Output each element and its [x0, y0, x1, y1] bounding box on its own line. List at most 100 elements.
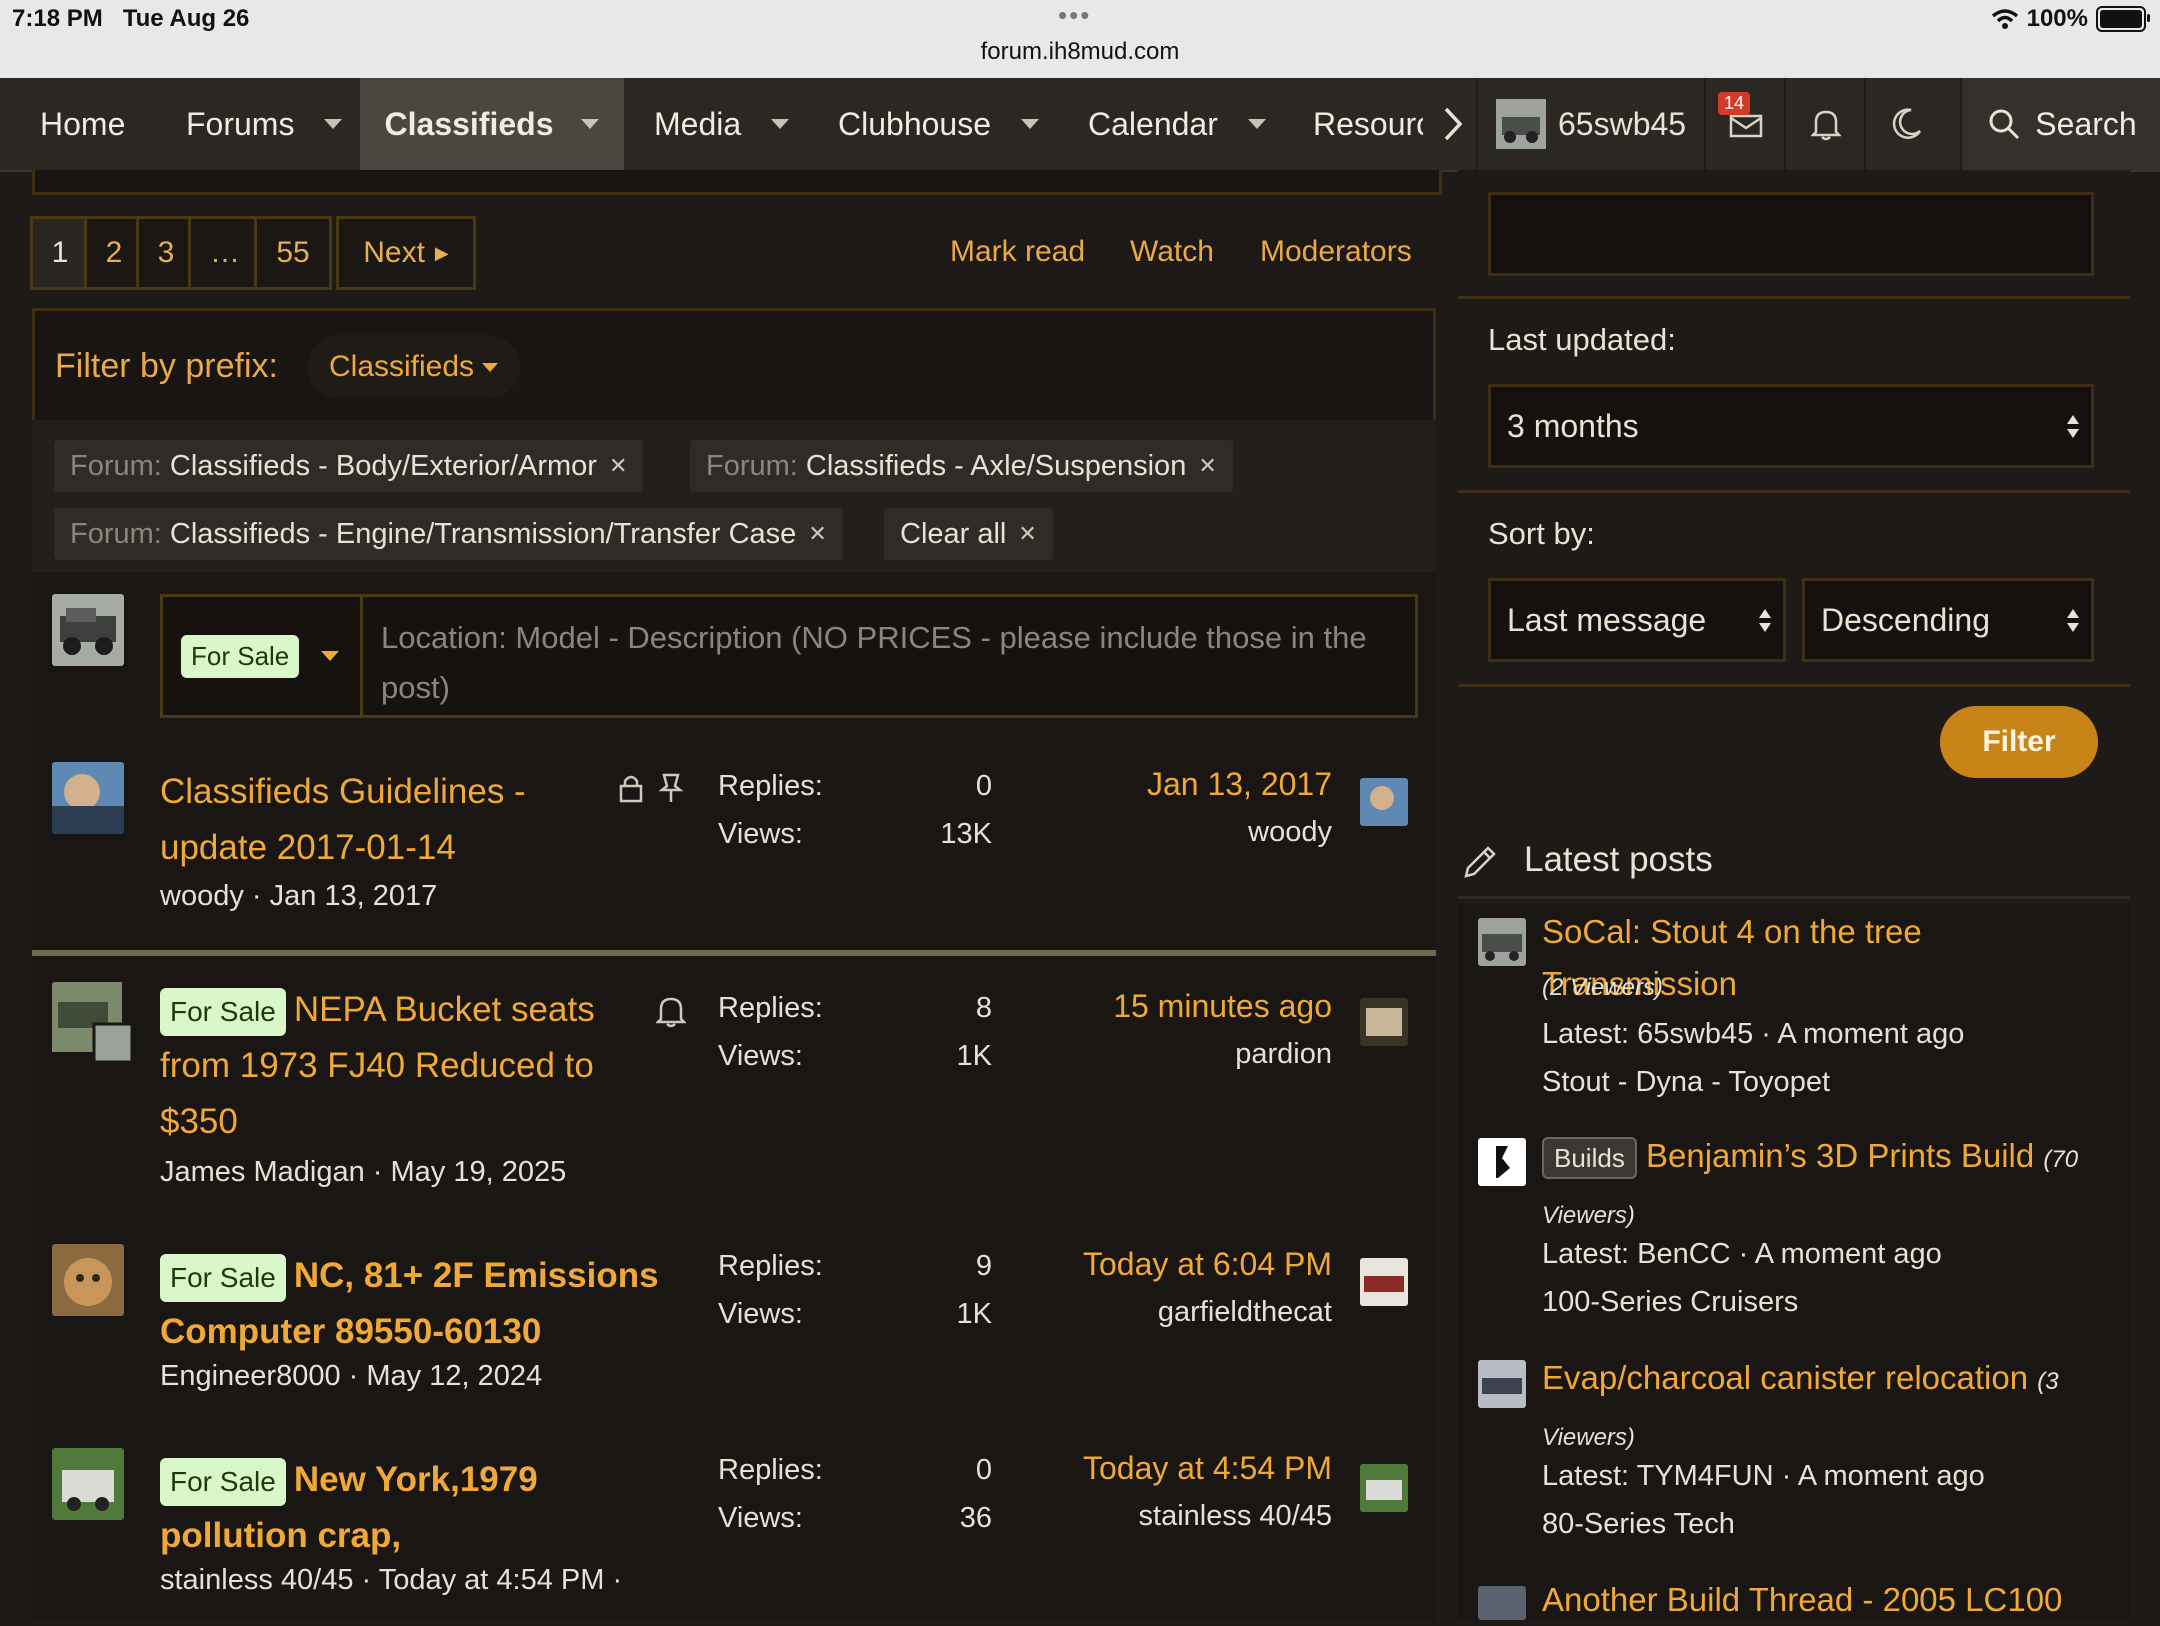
nav-media[interactable]: Media	[654, 78, 790, 170]
nav-scroll-right-icon[interactable]	[1428, 78, 1478, 170]
pin-icon	[658, 773, 684, 802]
new-thread-row: For Sale Location: Model - Description (…	[32, 572, 1436, 743]
latest-posts-heading: Latest posts	[1524, 840, 1713, 879]
close-icon[interactable]: ✕	[1198, 453, 1216, 479]
views-count: 13K	[940, 818, 992, 850]
wifi-icon	[1991, 9, 2018, 29]
mark-read-button[interactable]: Mark read	[934, 218, 1102, 286]
latest-post-meta[interactable]: Latest: 65swb45 · A moment ago	[1542, 1010, 1964, 1058]
last-post-time[interactable]: Today at 6:04 PM	[1032, 1246, 1332, 1283]
last-poster[interactable]: garfieldthecat	[1032, 1296, 1332, 1329]
thread-prefix-select[interactable]: For Sale	[163, 597, 363, 715]
status-right: 100%	[1991, 5, 2150, 33]
nav-classifieds[interactable]: Classifieds	[360, 78, 624, 170]
clear-all-filters-button[interactable]: Clear all ✕	[884, 508, 1053, 560]
starter-filter-input[interactable]	[1488, 192, 2094, 276]
latest-post-forum[interactable]: 80-Series Tech	[1542, 1500, 1735, 1548]
theme-toggle-button[interactable]	[1864, 78, 1946, 170]
nav-calendar[interactable]: Calendar	[1088, 78, 1266, 170]
caret-down-icon	[482, 362, 499, 372]
for-sale-tag: For Sale	[160, 988, 286, 1036]
avatar	[1360, 778, 1408, 826]
thread-title[interactable]: For Sale New York,1979 pollution crap,	[160, 1452, 660, 1564]
last-poster[interactable]: pardion	[1032, 1038, 1332, 1071]
close-icon[interactable]: ✕	[1018, 521, 1036, 547]
nav-forums[interactable]: Forums	[186, 78, 343, 170]
latest-posts-list: SoCal: Stout 4 on the tree Transmission …	[1458, 904, 2130, 1620]
filter-button[interactable]: Filter	[1940, 706, 2098, 778]
thread-title[interactable]: For Sale NEPA Bucket seats from 1973 FJ40…	[160, 982, 630, 1150]
for-sale-tag: For Sale	[160, 1254, 286, 1302]
latest-post-meta[interactable]: Latest: TYM4FUN · A moment ago	[1542, 1452, 1985, 1500]
chevron-down-icon[interactable]	[324, 119, 343, 129]
for-sale-tag: For Sale	[160, 1458, 286, 1506]
chevron-down-icon[interactable]	[581, 119, 600, 129]
filter-sidebar: Last updated: 3 months Sort by: Last mes…	[1458, 170, 2130, 798]
url-bar[interactable]: forum.ih8mud.com	[0, 38, 2160, 66]
page-55[interactable]: 55	[254, 216, 332, 290]
bell-icon[interactable]	[656, 994, 686, 1028]
last-post-time[interactable]: Jan 13, 2017	[1032, 766, 1332, 803]
filter-chip-body-exterior[interactable]: Forum: Classifieds - Body/Exterior/Armor…	[54, 440, 644, 492]
views-label: Views:	[718, 1502, 803, 1534]
nav-home[interactable]: Home	[40, 78, 125, 170]
search-label[interactable]: Search	[2035, 106, 2136, 143]
page-ellipsis[interactable]: …	[188, 216, 262, 290]
moderators-button[interactable]: Moderators	[1244, 218, 1428, 286]
last-poster[interactable]: woody	[1032, 816, 1332, 849]
divider	[1458, 490, 2130, 493]
account-menu[interactable]: 65swb45	[1476, 78, 1704, 170]
avatar	[52, 594, 124, 666]
thread-row[interactable]: Classifieds Guidelines - update 2017-01-…	[32, 740, 1436, 956]
nav-clubhouse[interactable]: Clubhouse	[838, 78, 1039, 170]
thread-row[interactable]: For Sale New York,1979 pollution crap, st…	[32, 1424, 1436, 1620]
nav-resources[interactable]: Resourc	[1313, 78, 1423, 170]
next-page-button[interactable]: Next ▶	[336, 216, 476, 290]
page-2[interactable]: 2	[84, 216, 144, 290]
new-thread-title-input[interactable]: Location: Model - Description (NO PRICES…	[381, 613, 1381, 713]
chevron-down-icon[interactable]	[771, 119, 790, 129]
latest-post-title[interactable]: Builds Benjamin’s 3D Prints Build (70 Vi…	[1542, 1130, 2122, 1242]
close-icon[interactable]: ✕	[808, 521, 826, 547]
more-dots-icon[interactable]: •••	[1058, 0, 1091, 31]
active-filters: Forum: Classifieds - Body/Exterior/Armor…	[32, 420, 1436, 572]
close-icon[interactable]: ✕	[609, 453, 627, 479]
latest-post-title[interactable]: Evap/charcoal canister relocation (3 Vie…	[1542, 1352, 2122, 1464]
page-3[interactable]: 3	[136, 216, 196, 290]
search-button[interactable]: Search	[1960, 78, 2160, 170]
filter-chip-axle-suspension[interactable]: Forum: Classifieds - Axle/Suspension ✕	[690, 440, 1233, 492]
alerts-button[interactable]	[1784, 78, 1866, 170]
inbox-button[interactable]: 14	[1704, 78, 1786, 170]
last-post-time[interactable]: 15 minutes ago	[1032, 988, 1332, 1025]
chevron-down-icon[interactable]	[1021, 119, 1039, 129]
thread-row[interactable]: For Sale NEPA Bucket seats from 1973 FJ40…	[32, 956, 1436, 1223]
prefix-dropdown[interactable]: Classifieds	[307, 335, 521, 399]
filter-bar: Filter by prefix: Classifieds	[32, 308, 1436, 426]
page-1[interactable]: 1	[30, 216, 90, 290]
sort-direction-select[interactable]: Descending	[1802, 578, 2094, 662]
last-updated-select[interactable]: 3 months	[1488, 384, 2094, 468]
chevron-down-icon[interactable]	[1247, 119, 1266, 129]
last-poster[interactable]: stainless 40/45	[1032, 1500, 1332, 1533]
replies-count: 0	[975, 1454, 992, 1486]
latest-post-forum[interactable]: Stout - Dyna - Toyopet	[1542, 1058, 1830, 1106]
latest-post-title[interactable]: Another Build Thread - 2005 LC100	[1542, 1574, 2122, 1626]
thread-meta: woody · Jan 13, 2017	[160, 880, 438, 912]
prefix-tag: For Sale	[181, 634, 300, 678]
divider	[1458, 896, 2130, 899]
watch-button[interactable]: Watch	[1114, 218, 1230, 286]
avatar	[52, 982, 132, 1062]
avatar	[1360, 1258, 1408, 1306]
filter-chip-engine-transmission[interactable]: Forum: Classifieds - Engine/Transmission…	[54, 508, 843, 560]
views-count: 1K	[956, 1298, 992, 1330]
builds-tag: Builds	[1542, 1137, 1637, 1179]
avatar	[1478, 1586, 1526, 1620]
thread-title[interactable]: For Sale NC, 81+ 2F Emissions Computer 89…	[160, 1248, 720, 1360]
username[interactable]: 65swb45	[1558, 106, 1686, 143]
latest-post-meta[interactable]: Latest: BenCC · A moment ago	[1542, 1230, 1942, 1278]
sort-field-select[interactable]: Last message	[1488, 578, 1786, 662]
thread-row[interactable]: For Sale NC, 81+ 2F Emissions Computer 89…	[32, 1220, 1436, 1427]
latest-post-forum[interactable]: 100-Series Cruisers	[1542, 1278, 1798, 1326]
thread-title[interactable]: Classifieds Guidelines - update 2017-01-…	[160, 764, 600, 876]
last-post-time[interactable]: Today at 4:54 PM	[1032, 1450, 1332, 1487]
